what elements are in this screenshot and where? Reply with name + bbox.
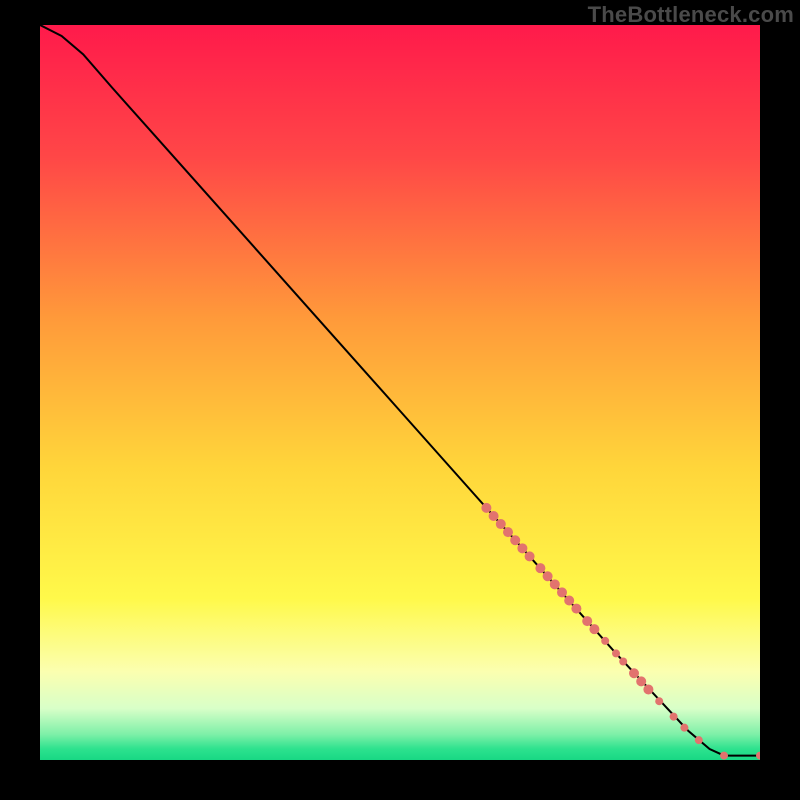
data-marker: [571, 604, 581, 614]
data-marker: [496, 519, 506, 529]
data-marker: [564, 596, 574, 606]
data-marker: [612, 649, 620, 657]
data-marker: [517, 543, 527, 553]
data-marker: [557, 587, 567, 597]
data-marker: [619, 658, 627, 666]
chart-frame: TheBottleneck.com: [0, 0, 800, 800]
data-marker: [550, 579, 560, 589]
data-marker: [535, 563, 545, 573]
data-marker: [643, 684, 653, 694]
data-marker: [510, 535, 520, 545]
data-marker: [695, 736, 703, 744]
data-marker: [589, 624, 599, 634]
gradient-background: [40, 25, 760, 760]
watermark-text: TheBottleneck.com: [588, 2, 794, 28]
data-marker: [489, 511, 499, 521]
data-marker: [680, 724, 688, 732]
data-marker: [636, 676, 646, 686]
data-marker: [582, 616, 592, 626]
data-marker: [629, 668, 639, 678]
plot-area: [40, 25, 760, 760]
data-marker: [601, 637, 609, 645]
data-marker: [655, 697, 663, 705]
data-marker: [503, 527, 513, 537]
data-marker: [543, 571, 553, 581]
data-marker: [481, 503, 491, 513]
chart-svg: [40, 25, 760, 760]
data-marker: [525, 551, 535, 561]
data-marker: [720, 752, 728, 760]
data-marker: [670, 713, 678, 721]
